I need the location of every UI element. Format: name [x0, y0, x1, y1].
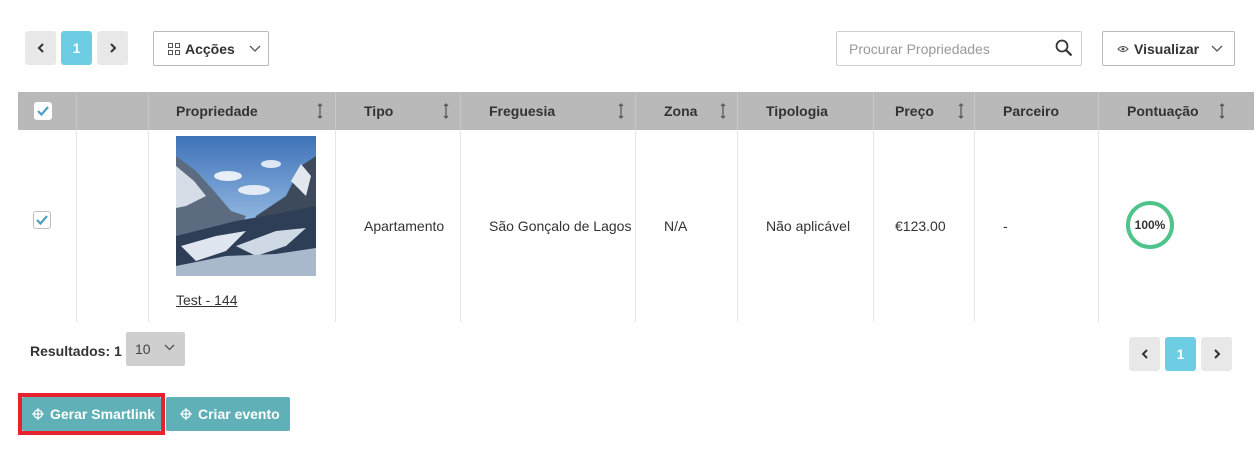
eye-icon — [1117, 45, 1129, 52]
table-row: Test - 144 Apartamento São Gonçalo de La… — [18, 130, 1254, 322]
next-page-button[interactable] — [97, 31, 128, 65]
chevron-down-icon — [249, 45, 261, 52]
col-header-freguesia[interactable]: Freguesia — [489, 92, 555, 130]
col-header-tipologia[interactable]: Tipologia — [766, 92, 828, 130]
column-divider — [873, 130, 874, 322]
col-header-pontuacao[interactable]: Pontuação — [1127, 92, 1199, 130]
score-badge: 100% — [1126, 201, 1174, 249]
column-divider — [873, 92, 874, 130]
table-header: Propriedade Tipo Freguesia Zona Tipologi… — [18, 92, 1254, 130]
column-divider — [76, 92, 77, 130]
grid-icon — [168, 42, 180, 55]
column-divider — [76, 130, 77, 322]
chevron-down-icon — [164, 344, 175, 351]
sort-icon[interactable] — [958, 92, 964, 130]
column-divider — [460, 130, 461, 322]
cell-preco: €123.00 — [895, 218, 946, 234]
column-divider — [335, 130, 336, 322]
property-name-link[interactable]: Test - 144 — [176, 292, 237, 308]
current-page-button[interactable]: 1 — [61, 31, 92, 65]
column-divider — [974, 92, 975, 130]
chevron-down-icon — [1211, 45, 1223, 52]
column-divider — [635, 130, 636, 322]
search-box — [836, 31, 1082, 66]
column-divider — [460, 92, 461, 130]
create-event-button[interactable]: Criar evento — [166, 397, 290, 431]
actions-label: Acções — [185, 40, 235, 57]
cell-tipologia: Não aplicável — [766, 218, 851, 234]
view-dropdown[interactable]: Visualizar — [1102, 31, 1235, 66]
cell-zona: N/A — [664, 218, 688, 234]
column-divider — [148, 92, 149, 130]
next-page-button[interactable] — [1201, 337, 1232, 371]
chevron-right-icon — [109, 43, 116, 53]
property-photo[interactable] — [176, 136, 316, 276]
per-page-value: 10 — [135, 341, 151, 357]
sort-icon[interactable] — [618, 92, 624, 130]
pagination-top: 1 — [25, 31, 128, 65]
check-icon — [36, 215, 48, 225]
search-icon[interactable] — [1055, 39, 1073, 57]
sort-icon[interactable] — [720, 92, 726, 130]
results-count: Resultados: 1 — [30, 343, 122, 359]
properties-table: Propriedade Tipo Freguesia Zona Tipologi… — [18, 92, 1254, 322]
view-label: Visualizar — [1134, 40, 1200, 57]
crosshair-icon — [180, 408, 192, 420]
score-value: 100% — [1134, 218, 1166, 232]
column-divider — [737, 130, 738, 322]
sort-icon[interactable] — [443, 92, 449, 130]
row-checkbox-cell — [33, 211, 51, 229]
column-divider — [1098, 130, 1099, 322]
current-page-button[interactable]: 1 — [1165, 337, 1196, 371]
select-all-cell — [34, 92, 52, 130]
sort-icon[interactable] — [1219, 92, 1225, 130]
search-input[interactable] — [837, 32, 1037, 65]
create-event-label: Criar evento — [198, 406, 280, 422]
cell-tipo: Apartamento — [364, 218, 445, 234]
column-divider — [635, 92, 636, 130]
actions-dropdown[interactable]: Acções — [153, 31, 269, 66]
highlight-frame — [18, 393, 165, 435]
column-divider — [1098, 92, 1099, 130]
chevron-left-icon — [37, 43, 44, 53]
chevron-right-icon — [1213, 349, 1220, 359]
prev-page-button[interactable] — [25, 31, 56, 65]
cell-freguesia: São Gonçalo de Lagos — [489, 218, 632, 234]
col-header-parceiro[interactable]: Parceiro — [1003, 92, 1059, 130]
column-divider — [335, 92, 336, 130]
check-icon — [37, 106, 49, 116]
col-header-propriedade[interactable]: Propriedade — [176, 92, 258, 130]
column-divider — [148, 130, 149, 322]
chevron-left-icon — [1141, 349, 1148, 359]
col-header-zona[interactable]: Zona — [664, 92, 697, 130]
pagination-bottom: 1 — [1129, 337, 1232, 371]
cell-parceiro: - — [1003, 218, 1008, 234]
column-divider — [974, 130, 975, 322]
row-checkbox[interactable] — [33, 211, 51, 229]
sort-icon[interactable] — [317, 92, 323, 130]
prev-page-button[interactable] — [1129, 337, 1160, 371]
col-header-preco[interactable]: Preço — [895, 92, 934, 130]
per-page-select[interactable]: 10 — [126, 332, 185, 366]
select-all-checkbox[interactable] — [34, 102, 52, 120]
col-header-tipo[interactable]: Tipo — [364, 92, 393, 130]
column-divider — [737, 92, 738, 130]
